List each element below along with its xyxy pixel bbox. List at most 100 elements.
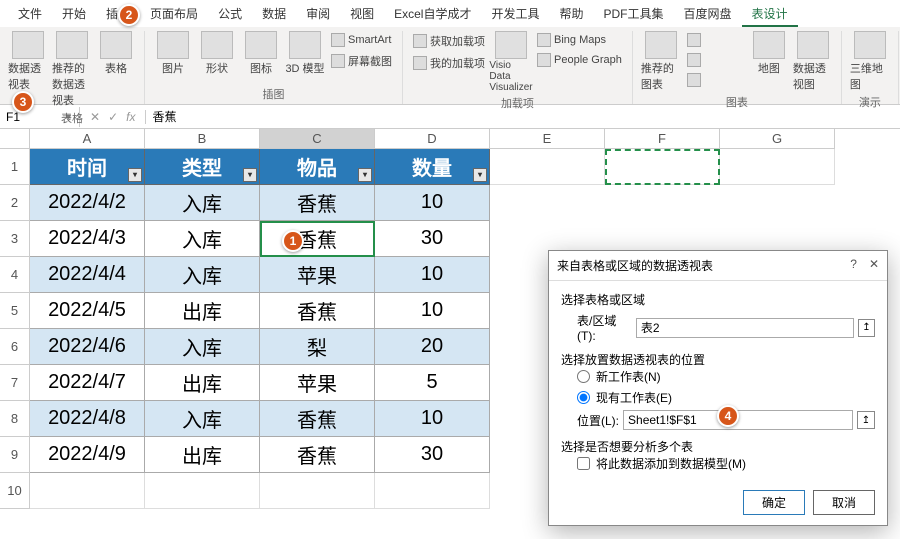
- row-5[interactable]: 5: [0, 293, 30, 329]
- cell-D10[interactable]: [375, 473, 490, 509]
- cell-C4[interactable]: 苹果: [260, 257, 375, 293]
- cell-G1[interactable]: [720, 149, 835, 185]
- row-7[interactable]: 7: [0, 365, 30, 401]
- header-time[interactable]: 时间▾: [30, 149, 145, 185]
- cell-A9[interactable]: 2022/4/9: [30, 437, 145, 473]
- getaddins-button[interactable]: 获取加载项: [411, 31, 487, 51]
- collapse-dialog-icon[interactable]: ↥: [858, 319, 875, 337]
- chart-mini1[interactable]: [685, 31, 745, 49]
- select-all-corner[interactable]: [0, 129, 30, 149]
- cell-A4[interactable]: 2022/4/4: [30, 257, 145, 293]
- cell-A6[interactable]: 2022/4/6: [30, 329, 145, 365]
- cell-B4[interactable]: 入库: [145, 257, 260, 293]
- cancel-button[interactable]: 取消: [813, 490, 875, 515]
- help-icon[interactable]: ?: [850, 257, 857, 274]
- 3dmodel-button[interactable]: 3D 模型: [285, 31, 325, 76]
- row-3[interactable]: 3: [0, 221, 30, 257]
- bingmaps-button[interactable]: Bing Maps: [535, 31, 624, 49]
- fx-icon[interactable]: fx: [122, 110, 139, 124]
- tab-data[interactable]: 数据: [252, 2, 296, 27]
- cell-C2[interactable]: 香蕉: [260, 185, 375, 221]
- cell-C3[interactable]: 香蕉: [260, 221, 375, 257]
- peoplegraph-button[interactable]: People Graph: [535, 51, 624, 69]
- row-1[interactable]: 1: [0, 149, 30, 185]
- range-input[interactable]: [636, 318, 854, 338]
- cell-B5[interactable]: 出库: [145, 293, 260, 329]
- 3dmap-button[interactable]: 三维地图: [850, 31, 890, 92]
- row-10[interactable]: 10: [0, 473, 30, 509]
- chart-mini2[interactable]: [685, 51, 745, 69]
- cell-A8[interactable]: 2022/4/8: [30, 401, 145, 437]
- tab-pdf[interactable]: PDF工具集: [594, 2, 674, 27]
- smartart-button[interactable]: SmartArt: [329, 31, 394, 49]
- tab-view[interactable]: 视图: [340, 2, 384, 27]
- cell-D9[interactable]: 30: [375, 437, 490, 473]
- cell-D8[interactable]: 10: [375, 401, 490, 437]
- table-button[interactable]: 表格: [96, 31, 136, 76]
- cell-D5[interactable]: 10: [375, 293, 490, 329]
- cell-C7[interactable]: 苹果: [260, 365, 375, 401]
- tab-home[interactable]: 开始: [52, 2, 96, 27]
- ok-button[interactable]: 确定: [743, 490, 805, 515]
- cell-B10[interactable]: [145, 473, 260, 509]
- cell-B3[interactable]: 入库: [145, 221, 260, 257]
- cell-A5[interactable]: 2022/4/5: [30, 293, 145, 329]
- col-D[interactable]: D: [375, 129, 490, 149]
- header-qty[interactable]: 数量▾: [375, 149, 490, 185]
- cell-E1[interactable]: [490, 149, 605, 185]
- cell-B8[interactable]: 入库: [145, 401, 260, 437]
- header-type[interactable]: 类型▾: [145, 149, 260, 185]
- col-C[interactable]: C: [260, 129, 375, 149]
- icons-button[interactable]: 图标: [241, 31, 281, 76]
- col-G[interactable]: G: [720, 129, 835, 149]
- close-icon[interactable]: ✕: [869, 257, 879, 274]
- cell-C9[interactable]: 香蕉: [260, 437, 375, 473]
- cell-C8[interactable]: 香蕉: [260, 401, 375, 437]
- col-A[interactable]: A: [30, 129, 145, 149]
- cell-B6[interactable]: 入库: [145, 329, 260, 365]
- tab-custom[interactable]: Excel自学成才: [384, 2, 481, 27]
- col-B[interactable]: B: [145, 129, 260, 149]
- row-2[interactable]: 2: [0, 185, 30, 221]
- checkbox-datamodel[interactable]: [577, 457, 590, 470]
- cell-B9[interactable]: 出库: [145, 437, 260, 473]
- cell-D4[interactable]: 10: [375, 257, 490, 293]
- col-F[interactable]: F: [605, 129, 720, 149]
- screenshot-button[interactable]: 屏幕截图: [329, 51, 394, 71]
- cell-B7[interactable]: 出库: [145, 365, 260, 401]
- row-4[interactable]: 4: [0, 257, 30, 293]
- cell-A10[interactable]: [30, 473, 145, 509]
- cell-F1[interactable]: [605, 149, 720, 185]
- cell-D3[interactable]: 30: [375, 221, 490, 257]
- tab-review[interactable]: 审阅: [296, 2, 340, 27]
- cell-D2[interactable]: 10: [375, 185, 490, 221]
- pivotchart-button[interactable]: 数据透视图: [793, 31, 833, 92]
- cell-B2[interactable]: 入库: [145, 185, 260, 221]
- tab-dev[interactable]: 开发工具: [481, 2, 549, 27]
- row-9[interactable]: 9: [0, 437, 30, 473]
- pictures-button[interactable]: 图片: [153, 31, 193, 76]
- tab-pagelayout[interactable]: 页面布局: [140, 2, 208, 27]
- tab-formulas[interactable]: 公式: [208, 2, 252, 27]
- tab-help[interactable]: 帮助: [550, 2, 594, 27]
- cancel-icon[interactable]: ✕: [86, 110, 104, 124]
- cell-A3[interactable]: 2022/4/3: [30, 221, 145, 257]
- header-item[interactable]: 物品▾: [260, 149, 375, 185]
- filter-icon[interactable]: ▾: [128, 168, 142, 182]
- recommended-pivot-button[interactable]: 推荐的数据透视表: [52, 31, 92, 108]
- cell-C6[interactable]: 梨: [260, 329, 375, 365]
- map-button[interactable]: 地图: [749, 31, 789, 76]
- cell-C5[interactable]: 香蕉: [260, 293, 375, 329]
- cell-A7[interactable]: 2022/4/7: [30, 365, 145, 401]
- cell-C10[interactable]: [260, 473, 375, 509]
- shapes-button[interactable]: 形状: [197, 31, 237, 76]
- tab-tabledesign[interactable]: 表设计: [742, 2, 798, 27]
- myaddins-button[interactable]: 我的加载项: [411, 53, 487, 73]
- row-6[interactable]: 6: [0, 329, 30, 365]
- filter-icon[interactable]: ▾: [243, 168, 257, 182]
- chart-mini3[interactable]: [685, 71, 745, 89]
- radio-existing-sheet[interactable]: [577, 391, 590, 404]
- cell-D7[interactable]: 5: [375, 365, 490, 401]
- filter-icon[interactable]: ▾: [473, 168, 487, 182]
- col-E[interactable]: E: [490, 129, 605, 149]
